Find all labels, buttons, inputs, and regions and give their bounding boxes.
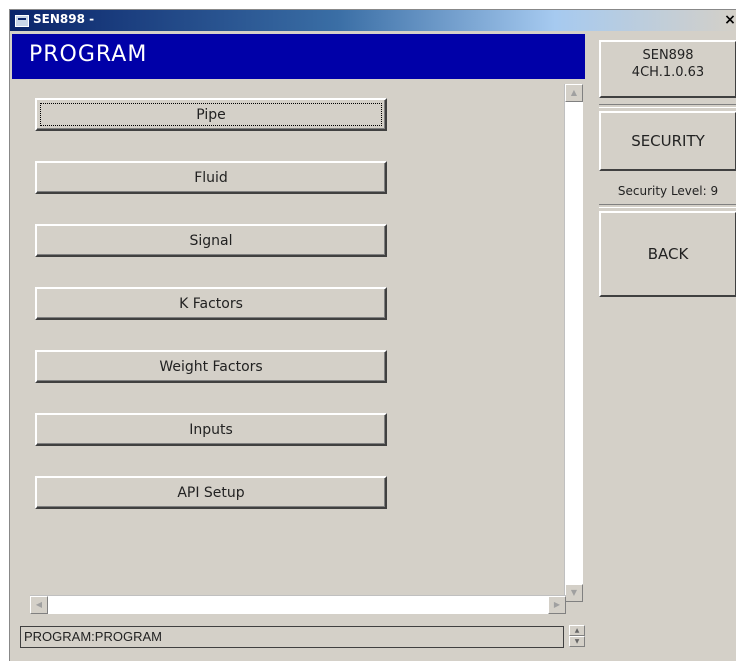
fluid-button[interactable]: Fluid [35, 161, 387, 194]
status-bar: PROGRAM:PROGRAM [20, 626, 564, 648]
horizontal-scrollbar[interactable]: ◀ ▶ [30, 595, 566, 614]
scroll-left-icon[interactable]: ◀ [30, 596, 48, 614]
back-button[interactable]: BACK [599, 211, 736, 297]
program-panel: PROGRAM Pipe Fluid Signal K Factors Weig… [12, 34, 585, 612]
security-level-label: Security Level: 9 [617, 184, 719, 198]
window-title: SEN898 - [33, 12, 95, 26]
close-icon[interactable]: × [723, 11, 736, 29]
status-spinner[interactable]: ▲ ▼ [569, 625, 585, 648]
scroll-up-icon[interactable]: ▲ [565, 84, 583, 102]
weight-factors-button[interactable]: Weight Factors [35, 350, 387, 383]
api-setup-button[interactable]: API Setup [35, 476, 387, 509]
divider [599, 204, 736, 208]
security-button[interactable]: SECURITY [599, 111, 736, 171]
page-title: PROGRAM [29, 42, 148, 67]
scroll-down-icon[interactable]: ▼ [565, 584, 583, 602]
signal-button[interactable]: Signal [35, 224, 387, 257]
inputs-button[interactable]: Inputs [35, 413, 387, 446]
app-window: SEN898 - × PROGRAM Pipe Fluid Signal K F… [9, 9, 736, 661]
vertical-scrollbar[interactable]: ▲ ▼ [564, 84, 583, 602]
divider [599, 104, 736, 108]
k-factors-button[interactable]: K Factors [35, 287, 387, 320]
app-icon [15, 15, 29, 27]
spin-down-icon[interactable]: ▼ [569, 636, 585, 647]
version-text: 4CH.1.0.63 [631, 65, 705, 80]
title-bar[interactable]: SEN898 - × [10, 10, 736, 31]
side-panel: SEN898 4CH.1.0.63 SECURITY Security Leve… [599, 34, 736, 612]
version-box: SEN898 4CH.1.0.63 [599, 40, 736, 98]
device-name: SEN898 [642, 48, 694, 63]
header-bar: PROGRAM [12, 34, 585, 79]
scroll-right-icon[interactable]: ▶ [548, 596, 566, 614]
spin-up-icon[interactable]: ▲ [569, 625, 585, 636]
status-text: PROGRAM:PROGRAM [24, 629, 162, 644]
pipe-button[interactable]: Pipe [35, 98, 387, 131]
menu-area: Pipe Fluid Signal K Factors Weight Facto… [17, 81, 566, 589]
